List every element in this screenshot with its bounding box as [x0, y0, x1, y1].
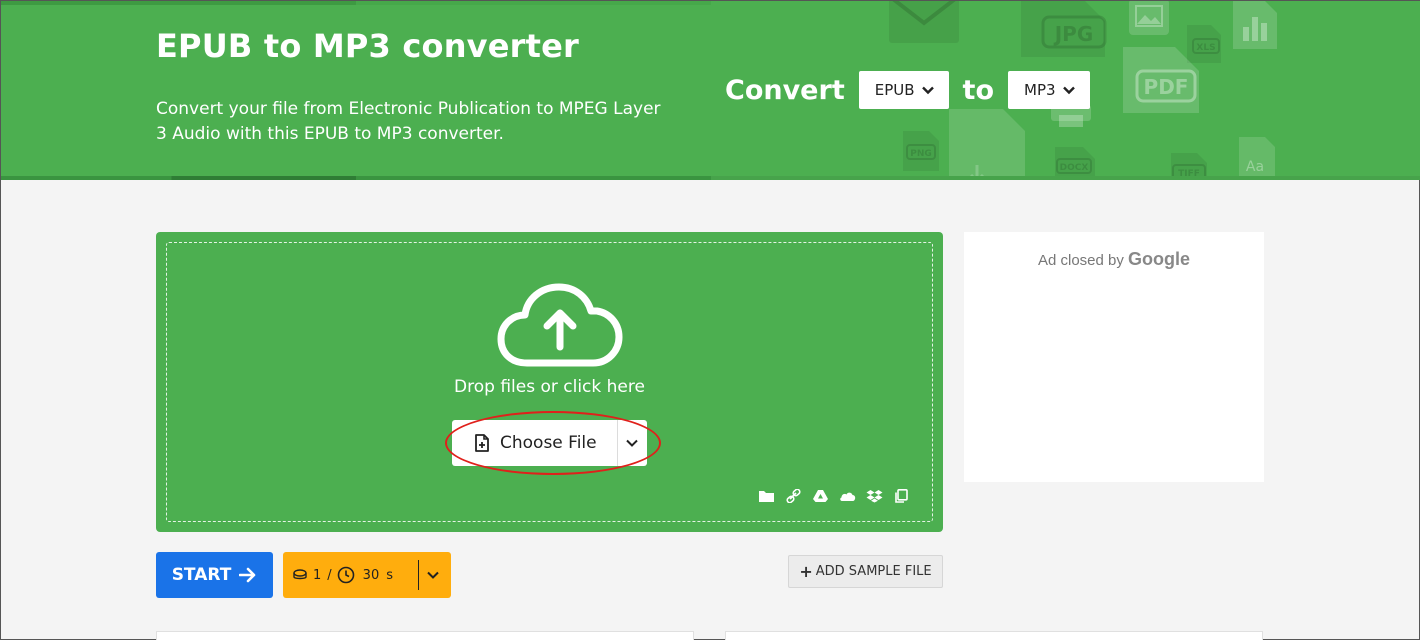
credits-divider — [418, 560, 419, 590]
svg-text:Aa: Aa — [1246, 159, 1264, 175]
convert-label: Convert — [725, 74, 845, 106]
hero-banner: JPG XLS PDF PNG DOCX TIFF Aa EPUB to MP3… — [1, 1, 1420, 180]
docx-file-icon: DOCX — [1055, 147, 1095, 180]
ad-closed-text: Ad closed by Google — [964, 249, 1264, 270]
from-format-value: EPUB — [874, 81, 915, 99]
choose-file-group: Choose File — [452, 420, 647, 466]
credits-info: 1 / 30 s — [283, 566, 393, 584]
cloud-upload-icon — [497, 283, 623, 367]
onedrive-icon[interactable] — [839, 489, 856, 503]
chevron-down-icon — [626, 439, 638, 447]
content-card-right — [725, 631, 1263, 640]
png-file-icon: PNG — [903, 131, 939, 171]
svg-text:PNG: PNG — [910, 149, 932, 159]
svg-text:PDF: PDF — [1144, 75, 1189, 99]
choose-file-button[interactable]: Choose File — [452, 420, 617, 466]
google-drive-icon[interactable] — [812, 489, 829, 503]
time-value: 30 — [362, 567, 380, 583]
upload-dropzone[interactable]: Drop files or click here Choose File — [156, 232, 943, 532]
coins-icon — [293, 569, 307, 580]
ad-closed-prefix: Ad closed by — [1037, 252, 1124, 269]
file-add-icon — [475, 434, 489, 452]
start-label: START — [171, 565, 232, 585]
page-description: Convert your file from Electronic Public… — [156, 99, 661, 144]
font-file-icon: Aa — [1239, 137, 1275, 180]
time-unit: s — [386, 567, 393, 583]
chevron-down-icon — [1062, 86, 1075, 95]
add-sample-file-button[interactable]: + ADD SAMPLE FILE — [788, 555, 943, 588]
format-selector-row: Convert EPUB to MP3 — [725, 71, 1090, 109]
drop-files-text: Drop files or click here — [454, 377, 645, 397]
link-icon[interactable] — [785, 489, 802, 503]
mail-icon — [889, 1, 959, 43]
credit-count: 1 — [313, 567, 322, 583]
add-sample-label: ADD SAMPLE FILE — [815, 564, 932, 579]
from-format-select[interactable]: EPUB — [858, 71, 949, 109]
plus-icon: + — [799, 562, 813, 581]
image-file-icon — [1129, 1, 1169, 35]
choose-file-dropdown-toggle[interactable] — [616, 420, 647, 466]
jpg-file-icon: JPG — [1021, 1, 1107, 57]
start-button[interactable]: START — [156, 552, 273, 598]
chevron-down-icon — [921, 86, 934, 95]
to-format-value: MP3 — [1024, 81, 1056, 99]
arrow-right-icon — [239, 567, 256, 583]
document-file-icon — [949, 109, 1025, 180]
upload-source-icons — [748, 489, 910, 503]
to-label: to — [962, 74, 994, 106]
folder-icon[interactable] — [758, 489, 775, 503]
upload-dropzone-border: Drop files or click here Choose File — [166, 242, 933, 522]
to-format-select[interactable]: MP3 — [1008, 71, 1090, 109]
svg-text:JPG: JPG — [1053, 22, 1094, 46]
credits-button[interactable]: 1 / 30 s — [283, 552, 451, 598]
hero-bottom-strip — [1, 176, 1420, 180]
ad-panel: Ad closed by Google — [964, 232, 1264, 482]
choose-file-label: Choose File — [500, 433, 597, 453]
page-title: EPUB to MP3 converter — [156, 27, 580, 65]
credit-separator: / — [327, 567, 332, 583]
pdf-file-icon: PDF — [1123, 47, 1199, 113]
chevron-down-icon[interactable] — [426, 568, 440, 582]
chart-file-icon — [1233, 1, 1277, 49]
dropbox-icon[interactable] — [866, 489, 883, 503]
google-logo: Google — [1128, 249, 1191, 269]
svg-text:DOCX: DOCX — [1060, 163, 1089, 173]
clipboard-icon[interactable] — [893, 489, 910, 503]
clock-icon — [337, 566, 354, 584]
content-card-left — [156, 631, 694, 640]
